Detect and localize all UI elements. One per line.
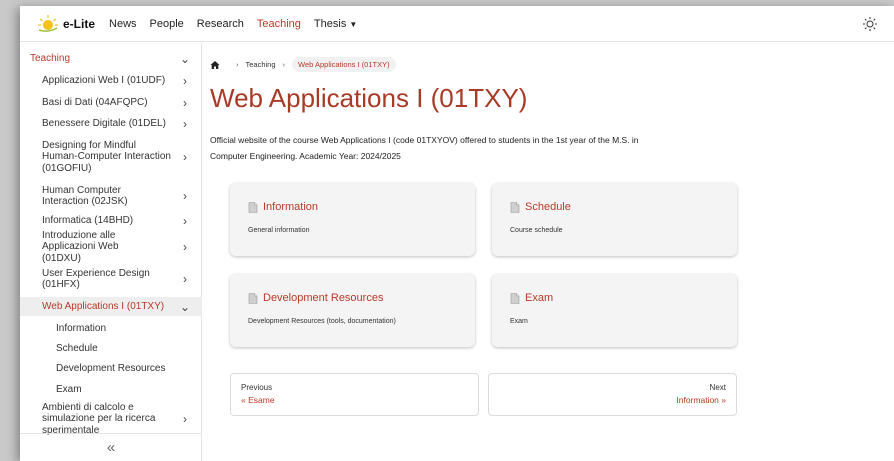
sidebar-item-01hfx[interactable]: User Experience Design (01HFX) › — [20, 265, 202, 293]
pager-next[interactable]: Next Information » — [488, 373, 737, 416]
nav-thesis-label: Thesis — [313, 17, 347, 30]
sidebar-item-label: Designing for Mindful Human-Computer Int… — [42, 139, 171, 174]
pager-next-label: Next — [709, 383, 726, 392]
sidebar-item-label: Benessere Digitale (01DEL) — [42, 118, 166, 130]
chevron-right-icon[interactable]: › — [180, 150, 190, 164]
intro-text: Official website of the course Web Appli… — [210, 132, 730, 164]
nav-thesis[interactable]: Thesis ▼ — [314, 18, 357, 30]
page-title: Web Applications I (01TXY) — [210, 83, 528, 113]
chevron-right-icon[interactable]: › — [180, 214, 190, 228]
sidebar-item-label: Applicazioni Web I (01UDF) — [42, 75, 166, 87]
breadcrumb: › Teaching › Web Applications I (01TXY) — [210, 57, 396, 72]
pager-previous-link[interactable]: « Esame — [241, 395, 468, 405]
main-content: › Teaching › Web Applications I (01TXY) … — [210, 43, 894, 461]
sidebar-item-01del[interactable]: Benessere Digitale (01DEL) › — [20, 114, 202, 134]
sidebar-item-01udf[interactable]: Applicazioni Web I (01UDF) › — [20, 71, 202, 91]
card-exam[interactable]: Exam Exam — [492, 274, 737, 347]
home-icon[interactable] — [210, 60, 220, 70]
caret-down-icon: ▼ — [349, 19, 358, 29]
chevron-right-icon[interactable]: › — [180, 189, 190, 203]
sidebar: Teaching ⌄ Applicazioni Web I (01UDF) › … — [20, 43, 202, 461]
sidebar-item-label: Introduzione alle Applicazioni Web (01DX… — [42, 229, 119, 264]
breadcrumb-teaching[interactable]: Teaching — [246, 60, 276, 69]
card-schedule[interactable]: Schedule Course schedule — [492, 183, 737, 256]
breadcrumb-separator: › — [236, 60, 239, 69]
card-description: Course schedule — [510, 227, 563, 234]
top-navbar: e-Lite News People Research Teaching The… — [20, 6, 894, 42]
sidebar-item-label: Ambienti di calcolo e simulazione per la… — [42, 401, 156, 436]
nav-teaching[interactable]: Teaching — [257, 18, 301, 30]
sidebar-item-04afqpc[interactable]: Basi di Dati (04AFQPC) › — [20, 93, 202, 113]
sidebar-subitem-label: Information — [56, 323, 107, 335]
sidebar-item-01txy[interactable]: Web Applications I (01TXY) ⌄ — [20, 297, 202, 316]
chevron-right-icon[interactable]: › — [180, 96, 190, 110]
document-icon — [510, 201, 520, 213]
chevron-right-icon[interactable]: › — [180, 412, 190, 426]
logo-text: e-Lite — [63, 16, 96, 31]
chevron-right-icon[interactable]: › — [180, 272, 190, 286]
e-lite-logo-icon — [38, 14, 58, 32]
pager-next-link[interactable]: Information » — [499, 395, 726, 405]
sidebar-item-label: User Experience Design (01HFX) — [42, 267, 150, 291]
collapse-sidebar-button[interactable]: « — [20, 433, 202, 461]
nav-people[interactable]: People — [150, 18, 184, 30]
sidebar-subitem-schedule[interactable]: Schedule — [20, 339, 202, 359]
chevron-right-icon[interactable]: › — [180, 240, 190, 254]
sidebar-item-label: Web Applications I (01TXY) — [42, 300, 165, 312]
card-description: Exam — [510, 318, 528, 325]
sun-icon[interactable] — [862, 16, 878, 32]
sidebar-item-14bhd[interactable]: Informatica (14BHD) › — [20, 211, 202, 231]
chevron-down-icon[interactable]: ⌄ — [180, 52, 190, 66]
sidebar-heading-teaching[interactable]: Teaching ⌄ — [20, 51, 202, 67]
chevron-right-icon[interactable]: › — [180, 74, 190, 88]
nav-research[interactable]: Research — [197, 18, 244, 30]
card-information[interactable]: Information General information — [230, 183, 475, 256]
sidebar-item-02jsk[interactable]: Human Computer Interaction (02JSK) › — [20, 182, 202, 210]
site-logo[interactable]: e-Lite — [36, 13, 95, 35]
card-description: Development Resources (tools, documentat… — [248, 318, 396, 325]
document-icon — [510, 292, 520, 304]
document-icon — [248, 201, 258, 213]
sidebar-item-01dxu[interactable]: Introduzione alle Applicazioni Web (01DX… — [20, 230, 202, 264]
sidebar-subitem-development-resources[interactable]: Development Resources — [20, 359, 202, 379]
breadcrumb-separator: › — [282, 60, 286, 69]
sidebar-subitem-label: Development Resources — [56, 363, 166, 375]
sidebar-item-label: Human Computer Interaction (02JSK) — [42, 184, 128, 208]
sidebar-subitem-information[interactable]: Information — [20, 319, 202, 339]
chevron-down-icon[interactable]: ⌄ — [180, 300, 190, 314]
card-title: Exam — [525, 292, 554, 304]
sidebar-heading-label: Teaching — [30, 53, 71, 65]
intro-line-1: Official website of the course Web Appli… — [210, 135, 639, 145]
card-development-resources[interactable]: Development Resources Development Resour… — [230, 274, 475, 347]
card-description: General information — [248, 227, 310, 234]
card-title: Development Resources — [263, 292, 384, 304]
double-chevron-left-icon: « — [106, 439, 116, 456]
sidebar-item-01gofiu[interactable]: Designing for Mindful Human-Computer Int… — [20, 137, 202, 177]
nav-news[interactable]: News — [109, 18, 137, 30]
browser-window: e-Lite News People Research Teaching The… — [20, 6, 894, 461]
sidebar-subitem-label: Exam — [56, 384, 82, 396]
sidebar-item-label: Informatica (14BHD) — [42, 215, 134, 227]
card-title: Schedule — [525, 201, 571, 213]
sidebar-subitem-exam[interactable]: Exam — [20, 380, 202, 400]
chevron-right-icon[interactable]: › — [180, 117, 190, 131]
sidebar-item-label: Basi di Dati (04AFQPC) — [42, 97, 148, 109]
pager-previous-label: Previous — [241, 383, 273, 392]
breadcrumb-current: Web Applications I (01TXY) — [292, 57, 396, 72]
pager-previous[interactable]: Previous « Esame — [230, 373, 479, 416]
intro-line-2: Computer Engineering. Academic Year: 202… — [210, 151, 401, 161]
document-icon — [248, 292, 258, 304]
sidebar-subitem-label: Schedule — [56, 343, 98, 355]
card-title: Information — [263, 201, 319, 213]
